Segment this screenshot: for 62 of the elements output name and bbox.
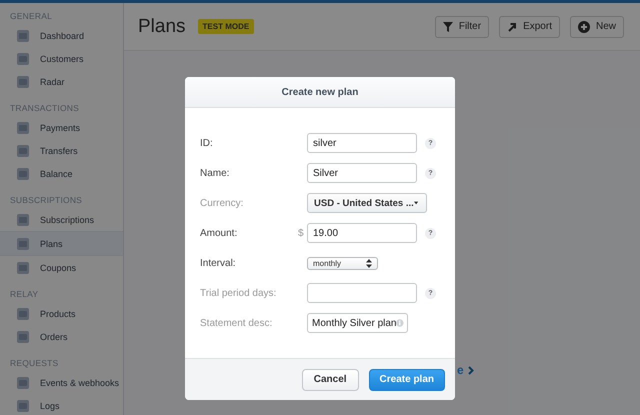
square-icon	[16, 236, 30, 250]
input-field[interactable]: 19.00	[307, 223, 417, 243]
section-title: REQUESTS	[9, 357, 60, 370]
square-icon	[16, 144, 30, 158]
nav-item[interactable]: Radar	[0, 70, 123, 93]
square-icon	[16, 376, 30, 390]
interval-select[interactable]: monthly	[307, 256, 378, 270]
square-icon	[16, 74, 30, 88]
nav-item[interactable]: Payments	[0, 116, 123, 139]
input-field[interactable]: Silver	[307, 163, 417, 183]
arrow-icon	[507, 22, 518, 32]
nav-item[interactable]: Events & webhooks	[0, 371, 123, 394]
chevron-icon	[468, 366, 474, 374]
field-label: Trial period days:	[200, 288, 278, 298]
create-button[interactable]: Create plan	[368, 368, 445, 390]
nav-item[interactable]: Logs	[0, 394, 123, 415]
page-title: Plans	[138, 16, 186, 38]
cancel-button[interactable]: Cancel	[302, 368, 359, 390]
nav-item[interactable]: Dashboard	[0, 24, 123, 47]
currency-symbol: $	[298, 228, 304, 238]
toolbar-button[interactable]: Filter	[434, 16, 490, 38]
caret-icon	[414, 201, 418, 205]
square-icon	[16, 120, 30, 134]
square-icon	[16, 306, 30, 320]
nav-item[interactable]: Balance	[0, 162, 123, 185]
nav-item[interactable]: Products	[0, 302, 123, 325]
square-icon	[16, 330, 30, 344]
toolbar-button[interactable]: New	[570, 16, 624, 38]
nav-item[interactable]: Transfers	[0, 139, 123, 162]
info-icon	[396, 318, 404, 328]
filter-icon	[442, 22, 453, 32]
currency-select[interactable]: USD - United States ...	[307, 193, 427, 213]
field-label: Statement desc:	[200, 318, 274, 328]
input-field[interactable]	[307, 283, 417, 303]
test-mode-badge: TEST MODE	[198, 19, 254, 34]
plus-icon	[578, 20, 590, 32]
input-field[interactable]: silver	[307, 133, 417, 153]
square-icon	[16, 166, 30, 180]
section-title: RELAY	[9, 288, 40, 301]
stepper-arrows-icon	[366, 258, 372, 268]
square-icon	[16, 52, 30, 66]
square-icon	[16, 28, 30, 42]
nav-item[interactable]: Coupons	[0, 256, 123, 279]
section-title: SUBSCRIPTIONS	[9, 194, 84, 207]
nav-item[interactable]: Customers	[0, 47, 123, 70]
input-field[interactable]: Monthly Silver plan	[307, 313, 408, 333]
square-icon	[16, 212, 30, 226]
field-label: ID:	[200, 138, 214, 148]
field-label: Name:	[200, 168, 230, 178]
nav-item[interactable]: Orders	[0, 325, 123, 348]
toolbar-button[interactable]: Export	[499, 16, 560, 38]
section-title: GENERAL	[9, 10, 54, 23]
dialog-title: Create new plan	[185, 77, 455, 108]
field-label: Amount:	[200, 228, 238, 238]
nav-item[interactable]: Plans	[0, 231, 123, 256]
square-icon	[16, 398, 30, 412]
square-icon	[16, 260, 30, 274]
field-label: Interval:	[200, 258, 237, 268]
link[interactable]: e	[457, 363, 464, 377]
field-label: Currency:	[200, 198, 244, 208]
nav-item[interactable]: Subscriptions	[0, 208, 123, 231]
section-title: TRANSACTIONS	[9, 102, 80, 115]
